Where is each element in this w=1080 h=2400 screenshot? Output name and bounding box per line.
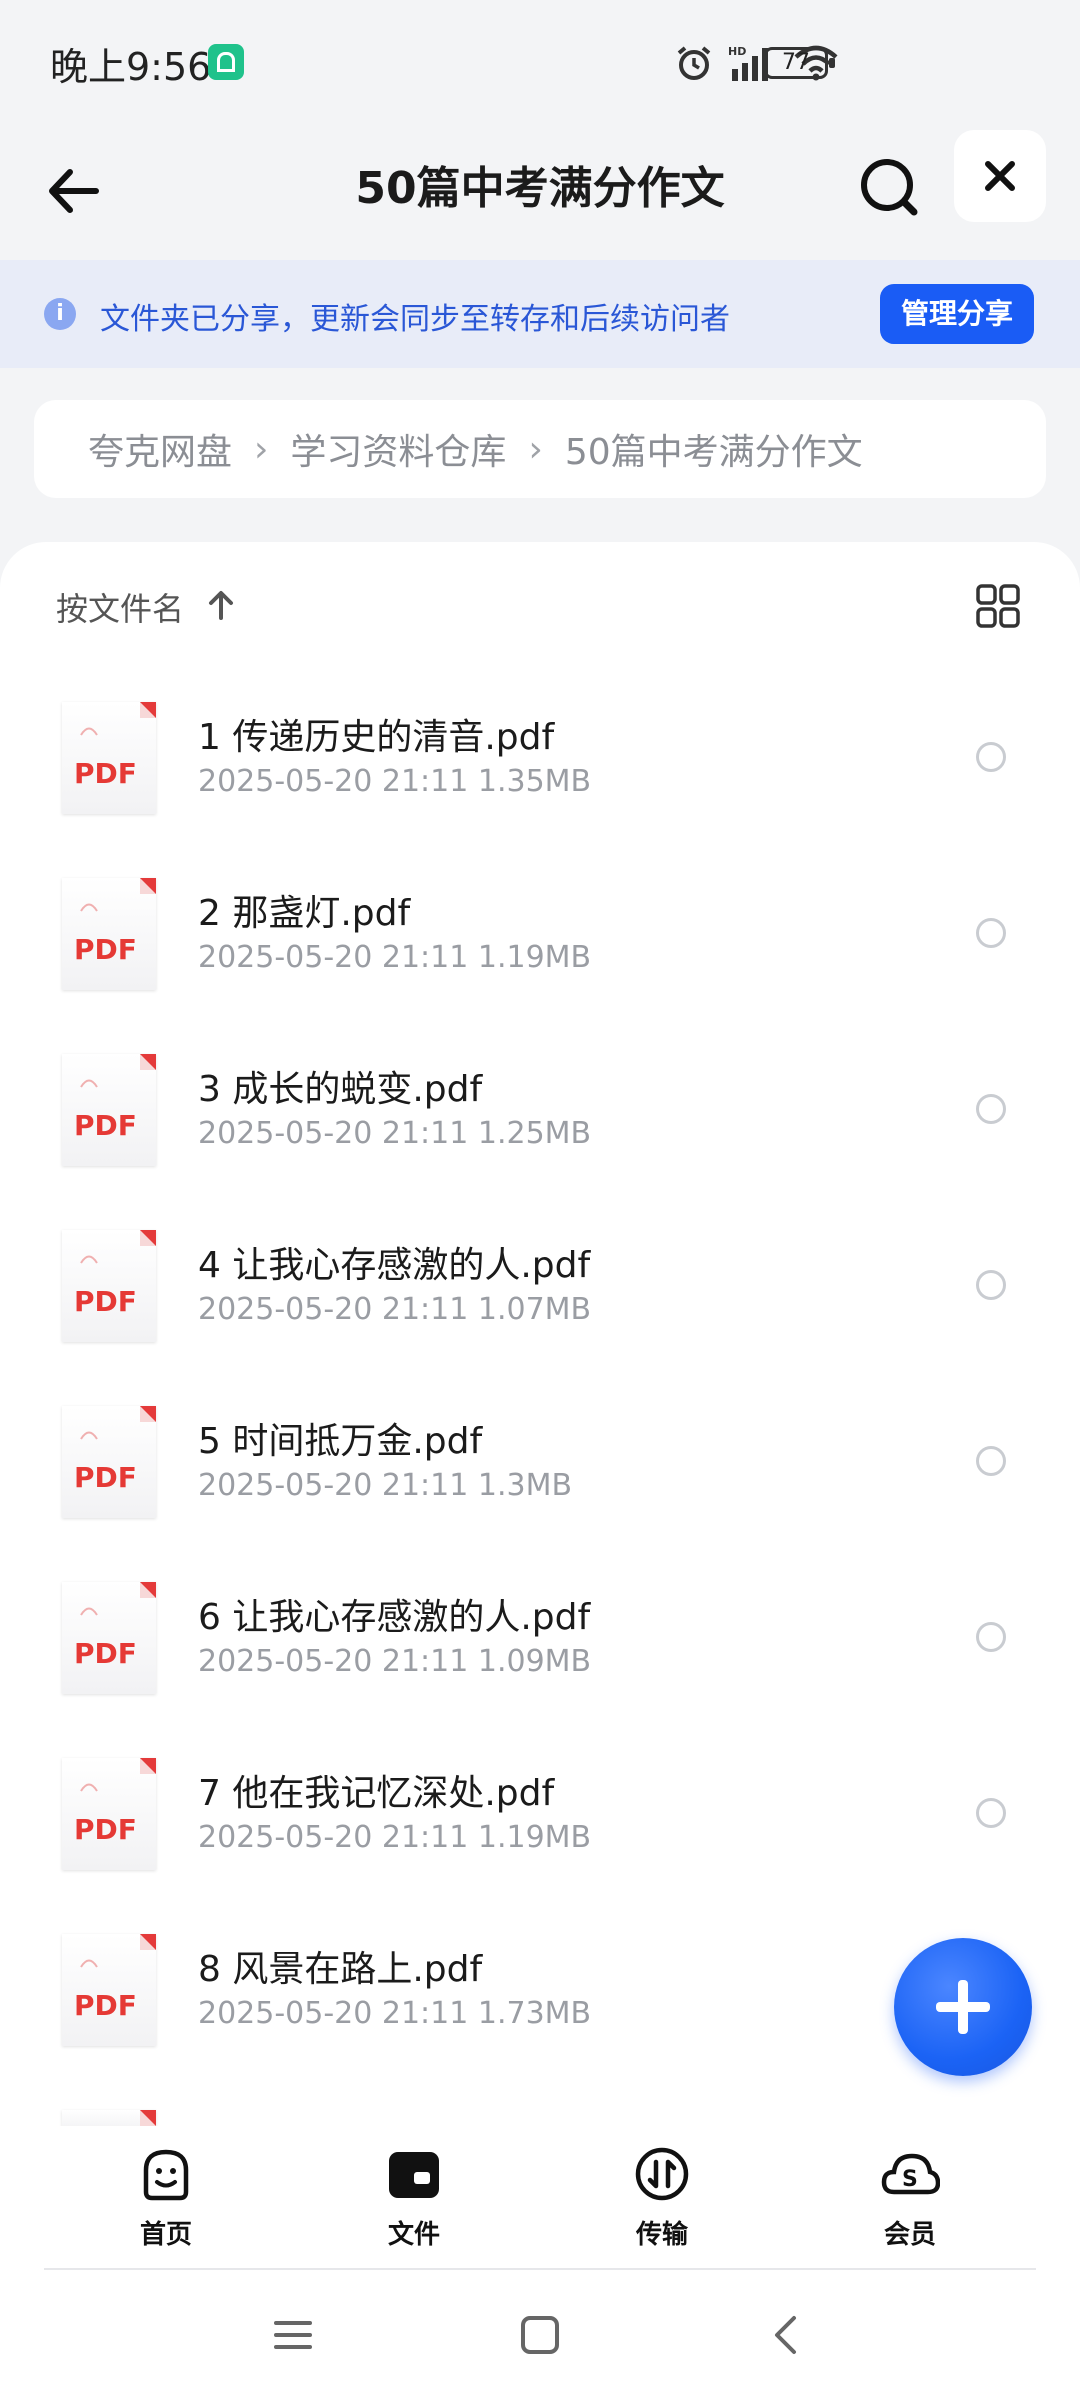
select-checkbox[interactable]: [976, 1270, 1006, 1300]
select-checkbox[interactable]: [976, 1446, 1006, 1476]
pdf-file-icon: PDF: [62, 878, 156, 990]
chevron-right-icon: ›: [528, 428, 543, 470]
pdf-file-icon: PDF: [62, 1230, 156, 1342]
pdf-badge: PDF: [74, 933, 137, 966]
pdf-badge: PDF: [74, 1637, 137, 1670]
alarm-icon: [677, 46, 711, 80]
share-banner: i 文件夹已分享，更新会同步至转存和后续访问者 管理分享: [0, 260, 1080, 368]
file-row[interactable]: PDF 7 他在我记忆深处.pdf 2025-05-20 21:11 1.19M…: [0, 1724, 1080, 1900]
security-shield-icon: [208, 44, 244, 80]
tab-label: 首页: [139, 2220, 192, 2250]
nav-bar: 50篇中考满分作文: [0, 128, 1080, 258]
pdf-badge: PDF: [74, 757, 137, 790]
sort-label[interactable]: 按文件名: [56, 584, 184, 630]
select-checkbox[interactable]: [976, 1622, 1006, 1652]
file-name: 8 风景在路上.pdf: [198, 1949, 483, 1990]
file-name: 5 时间抵万金.pdf: [198, 1421, 483, 1462]
pdf-file-icon: PDF: [62, 1406, 156, 1518]
file-meta: 2025-05-20 21:11 1.25MB: [198, 1116, 592, 1151]
svg-text:S: S: [902, 2167, 918, 2192]
select-checkbox[interactable]: [976, 918, 1006, 948]
select-checkbox[interactable]: [976, 742, 1006, 772]
file-meta: 2025-05-20 21:11 1.73MB: [198, 1996, 592, 2031]
pdf-file-icon: PDF: [62, 1054, 156, 1166]
add-button[interactable]: [894, 1938, 1032, 2076]
smile-face-icon: [143, 2149, 189, 2201]
breadcrumb: 夸克网盘 › 学习资料仓库 › 50篇中考满分作文: [34, 400, 1046, 498]
breadcrumb-item[interactable]: 50篇中考满分作文: [565, 423, 863, 475]
pdf-badge: PDF: [74, 1285, 137, 1318]
pdf-badge: PDF: [74, 1461, 137, 1494]
bottom-tab-bar: 首页 文件 传输 S 会员: [0, 2126, 1080, 2276]
pdf-badge: PDF: [74, 1813, 137, 1846]
file-list-panel: 按文件名 PDF 1 传递历史的清音.pdf 2025-05-20 21:11 …: [0, 542, 1080, 2132]
breadcrumb-item[interactable]: 学习资料仓库: [290, 423, 506, 475]
grid-view-icon[interactable]: [974, 582, 1022, 630]
pdf-file-icon: PDF: [62, 702, 156, 814]
file-name: 2 那盏灯.pdf: [198, 893, 411, 934]
pdf-file-icon: PDF: [62, 1582, 156, 1694]
close-button[interactable]: [954, 130, 1046, 222]
menu-icon[interactable]: [268, 2310, 318, 2360]
status-bar: 晚上9:56 HD 77: [0, 0, 1080, 128]
tab-transfer[interactable]: 传输: [562, 2144, 762, 2264]
manage-share-button[interactable]: 管理分享: [880, 284, 1034, 344]
search-icon[interactable]: [850, 148, 930, 228]
file-name: 4 让我心存感激的人.pdf: [198, 1245, 591, 1286]
file-row[interactable]: PDF 2 那盏灯.pdf 2025-05-20 21:11 1.19MB: [0, 844, 1080, 1020]
file-meta: 2025-05-20 21:11 1.09MB: [198, 1644, 592, 1679]
battery-icon: 77: [764, 47, 835, 79]
tab-label: 传输: [635, 2220, 688, 2250]
file-name: 6 让我心存感激的人.pdf: [198, 1597, 591, 1638]
status-time: 晚上9:56: [50, 45, 212, 89]
tab-member[interactable]: S 会员: [810, 2144, 1010, 2264]
transfer-icon: [635, 2147, 689, 2201]
pdf-file-icon: PDF: [62, 1934, 156, 2046]
home-square-icon[interactable]: [515, 2310, 565, 2360]
share-banner-text: 文件夹已分享，更新会同步至转存和后续访问者: [100, 302, 730, 337]
tab-home[interactable]: 首页: [66, 2144, 266, 2264]
file-name: 1 传递历史的清音.pdf: [198, 717, 555, 758]
chevron-right-icon: ›: [254, 428, 269, 470]
sort-ascending-icon[interactable]: [204, 588, 238, 622]
svg-text:HD: HD: [728, 45, 746, 58]
cloud-member-icon: S: [881, 2153, 940, 2195]
pdf-file-icon: PDF: [62, 1758, 156, 1870]
pdf-badge: PDF: [74, 1989, 137, 2022]
file-row[interactable]: PDF 5 时间抵万金.pdf 2025-05-20 21:11 1.3MB: [0, 1372, 1080, 1548]
file-name: 3 成长的蜕变.pdf: [198, 1069, 483, 1110]
tab-label: 会员: [883, 2220, 936, 2250]
select-checkbox[interactable]: [976, 1798, 1006, 1828]
select-checkbox[interactable]: [976, 1094, 1006, 1124]
file-meta: 2025-05-20 21:11 1.35MB: [198, 764, 592, 799]
pdf-badge: PDF: [74, 1109, 137, 1142]
back-chevron-icon[interactable]: [762, 2310, 812, 2360]
file-meta: 2025-05-20 21:11 1.3MB: [198, 1468, 573, 1503]
close-icon: [985, 161, 1015, 191]
file-row[interactable]: PDF 1 传递历史的清音.pdf 2025-05-20 21:11 1.35M…: [0, 668, 1080, 844]
file-meta: 2025-05-20 21:11 1.07MB: [198, 1292, 592, 1327]
system-navigation-bar: [0, 2270, 1080, 2400]
file-row[interactable]: PDF 6 让我心存感激的人.pdf 2025-05-20 21:11 1.09…: [0, 1548, 1080, 1724]
file-row[interactable]: PDF 3 成长的蜕变.pdf 2025-05-20 21:11 1.25MB: [0, 1020, 1080, 1196]
file-row[interactable]: PDF 4 让我心存感激的人.pdf 2025-05-20 21:11 1.07…: [0, 1196, 1080, 1372]
breadcrumb-item[interactable]: 夸克网盘: [88, 423, 232, 475]
file-meta: 2025-05-20 21:11 1.19MB: [198, 1820, 592, 1855]
info-icon: i: [44, 298, 76, 330]
file-meta: 2025-05-20 21:11 1.19MB: [198, 940, 592, 975]
file-row[interactable]: [0, 2076, 1080, 2132]
tab-label: 文件: [387, 2220, 440, 2250]
file-name: 7 他在我记忆深处.pdf: [198, 1773, 555, 1814]
tab-files[interactable]: 文件: [314, 2144, 514, 2264]
folder-icon: [389, 2152, 439, 2198]
